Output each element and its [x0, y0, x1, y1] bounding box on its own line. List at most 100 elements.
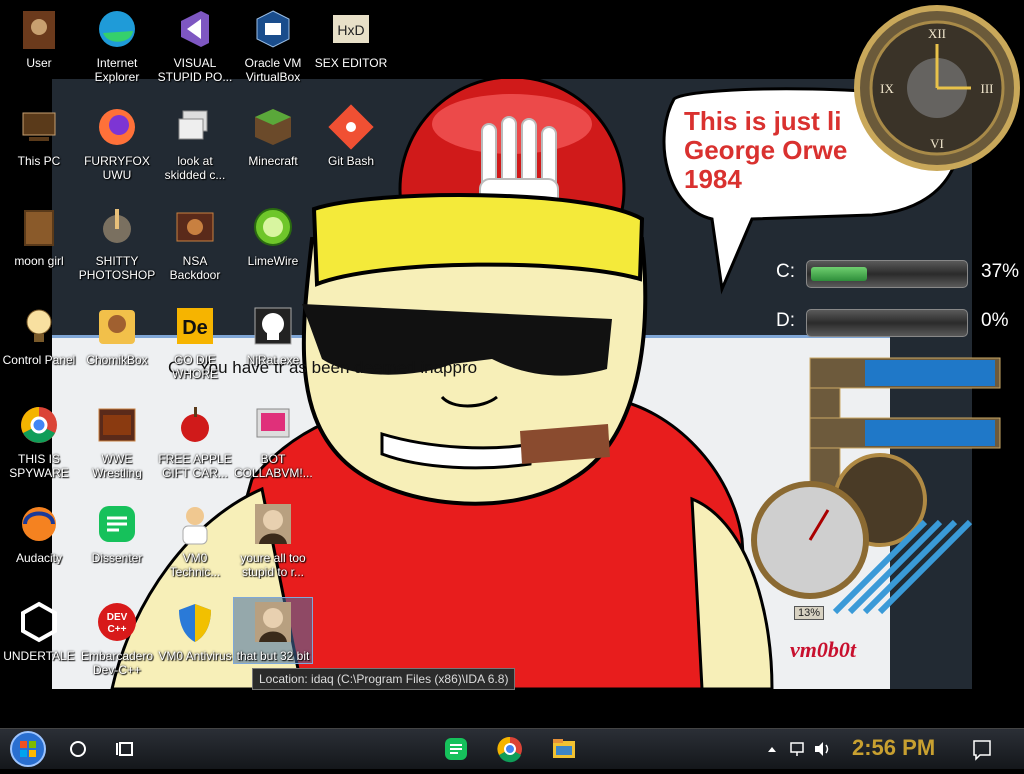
visual-studio-icon — [171, 5, 219, 53]
svg-text:IX: IX — [880, 81, 894, 96]
desktop-icon-wwe-wrestling[interactable]: WWE Wrestling — [78, 401, 156, 480]
desktop-icon-internet-explorer[interactable]: Internet Explorer — [78, 5, 156, 84]
desktop-icon-njrat-exe[interactable]: NjRat.exe — [234, 302, 312, 367]
desktop-icon-label: VISUAL STUPID PO... — [157, 56, 233, 84]
start-button[interactable] — [8, 729, 48, 769]
svg-text:DEV: DEV — [107, 612, 128, 623]
desktop-icon-label: NSA Backdoor — [169, 254, 221, 282]
hxd-icon: HxD — [327, 5, 375, 53]
drive-percent: 37% — [981, 261, 1020, 282]
task-view-button[interactable] — [112, 729, 140, 769]
audacity-icon — [15, 500, 63, 548]
chevron-up-icon — [768, 747, 776, 752]
desktop-icon-vm0-antivirus[interactable]: VM0 Antivirus — [156, 598, 234, 663]
desktop-icon-label: UNDERTALE — [3, 649, 75, 663]
desktop-icon-label: LimeWire — [247, 254, 299, 268]
chomikbox-icon — [93, 302, 141, 350]
desktop-icon-dissenter[interactable]: Dissenter — [78, 500, 156, 565]
desktop-icon-oracle-vm-virtualbox[interactable]: Oracle VM VirtualBox — [234, 5, 312, 84]
desktop-icon-label: SHITTY PHOTOSHOP — [78, 254, 156, 282]
desktop-icon-label: GO DIE WHORE — [172, 353, 218, 381]
edge-icon — [93, 5, 141, 53]
wooden-box-icon — [15, 203, 63, 251]
desktop-icon-furryfox-uwu[interactable]: FURRYFOX UWU — [78, 103, 156, 182]
portrait-icon — [249, 500, 297, 548]
apple-icon — [171, 401, 219, 449]
desktop-icon-label: WWE Wrestling — [92, 452, 142, 480]
desktop-icon-label: that but 32 bit — [236, 649, 310, 663]
dissenter-icon — [93, 500, 141, 548]
desktop-icon-audacity[interactable]: Audacity — [0, 500, 78, 565]
desktop-icon-minecraft[interactable]: Minecraft — [234, 103, 312, 168]
desktop-icon-limewire[interactable]: LimeWire — [234, 203, 312, 268]
limewire-icon — [249, 203, 297, 251]
search-circle-icon — [70, 741, 86, 757]
desktop-icon-free-apple-gift-car[interactable]: FREE APPLE GIFT CAR... — [156, 401, 234, 480]
steampunk-clock-widget[interactable]: XII III VI IX — [853, 4, 1021, 172]
firefox-icon — [93, 103, 141, 151]
desktop-icon-label: FREE APPLE GIFT CAR... — [158, 452, 232, 480]
dissenter-icon — [445, 738, 467, 760]
taskbar-clock[interactable]: 2:56 PM — [852, 735, 935, 761]
tray-volume[interactable] — [812, 729, 832, 769]
network-icon — [790, 742, 804, 756]
bot-icon — [249, 401, 297, 449]
desktop-icon-label: User — [26, 56, 52, 70]
taskbar-pinned-dissenter[interactable] — [440, 729, 472, 769]
desktop-icon-that-but-32-bit[interactable]: that but 32 bit — [233, 597, 313, 664]
desktop-icon-label: FURRYFOX UWU — [84, 154, 150, 182]
widget-signature: vm0b0t — [790, 637, 856, 662]
desktop-icon-label: Dissenter — [91, 551, 143, 565]
desktop-icon-this-pc[interactable]: This PC — [0, 103, 78, 168]
unity-icon — [15, 598, 63, 646]
desktop-icon-undertale[interactable]: UNDERTALE — [0, 598, 78, 663]
user-folder-icon — [15, 5, 63, 53]
desktop-icon-this-is-spyware[interactable]: THIS IS SPYWARE — [0, 401, 78, 480]
lightbulb-icon — [15, 302, 63, 350]
desktop-icon-go-die-whore[interactable]: De GO DIE WHORE — [156, 302, 234, 381]
taskbar-pinned-file-explorer[interactable] — [548, 729, 580, 769]
tray-overflow-chevron[interactable] — [764, 729, 780, 769]
tray-network[interactable] — [788, 729, 808, 769]
speech-bubble-text: This is just li George Orwe 1984 — [684, 106, 848, 194]
desktop-icon-chomikbox[interactable]: ChomikBox — [78, 302, 156, 367]
chrome-icon — [497, 736, 522, 763]
desktop-icon-label: Audacity — [15, 551, 63, 565]
de-icon: De — [171, 302, 219, 350]
desktop-icon-label: Git Bash — [327, 154, 375, 168]
desktop-icon-label: THIS IS SPYWARE — [9, 452, 69, 480]
drive-percent: 0% — [981, 310, 1009, 331]
cortana-search-button[interactable] — [64, 729, 92, 769]
desktop-icon-visual-stupid-po[interactable]: VISUAL STUPID PO... — [156, 5, 234, 84]
desktop-icon-user[interactable]: User — [0, 5, 78, 70]
desktop-icon-bot-collabvm[interactable]: BOT COLLABVM!... — [234, 401, 312, 480]
desktop-icon-look-at-skidded-c[interactable]: look at skidded c... — [156, 103, 234, 182]
task-view-icon — [116, 742, 133, 756]
desktop-icon-shitty-photoshop[interactable]: SHITTY PHOTOSHOP — [78, 203, 156, 282]
desktop-icon-moon-girl[interactable]: moon girl — [0, 203, 78, 268]
notification-center-button[interactable] — [970, 729, 994, 769]
desktop-icon-sex-editor[interactable]: HxD SEX EDITOR — [312, 5, 390, 70]
desktop-icon-label: VM0 Technic... — [169, 551, 221, 579]
this-pc-icon — [15, 103, 63, 151]
desktop-icon-label: Oracle VM VirtualBox — [244, 56, 302, 84]
virtualbox-icon — [249, 5, 297, 53]
desktop-icon-embarcadero-dev-c[interactable]: DEV C++ Embarcadero Dev-C++ — [78, 598, 156, 677]
desktop-icon-vm0-technic[interactable]: VM0 Technic... — [156, 500, 234, 579]
drive-label: D: — [776, 310, 795, 331]
taskbar-pinned-chrome[interactable] — [494, 729, 526, 769]
svg-text:HxD: HxD — [337, 22, 364, 38]
svg-text:III: III — [981, 81, 994, 96]
desktop-icon-label: This PC — [17, 154, 61, 168]
desktop-icon-git-bash[interactable]: Git Bash — [312, 103, 390, 168]
chrome-icon — [15, 401, 63, 449]
drive-label: C: — [776, 261, 795, 282]
cpu-gauge-percent: 13% — [794, 606, 825, 620]
volume-icon — [815, 742, 829, 756]
drive-c-bar — [806, 260, 968, 288]
desktop-icon-control-panel[interactable]: Control Panel — [0, 302, 78, 367]
shield-icon — [171, 598, 219, 646]
desktop-icon-youre-all-too-stupid-to-r[interactable]: youre all too stupid to r... — [234, 500, 312, 579]
desktop-icon-nsa-backdoor[interactable]: NSA Backdoor — [156, 203, 234, 282]
drive-c-widget: C: 37% — [776, 259, 1020, 288]
